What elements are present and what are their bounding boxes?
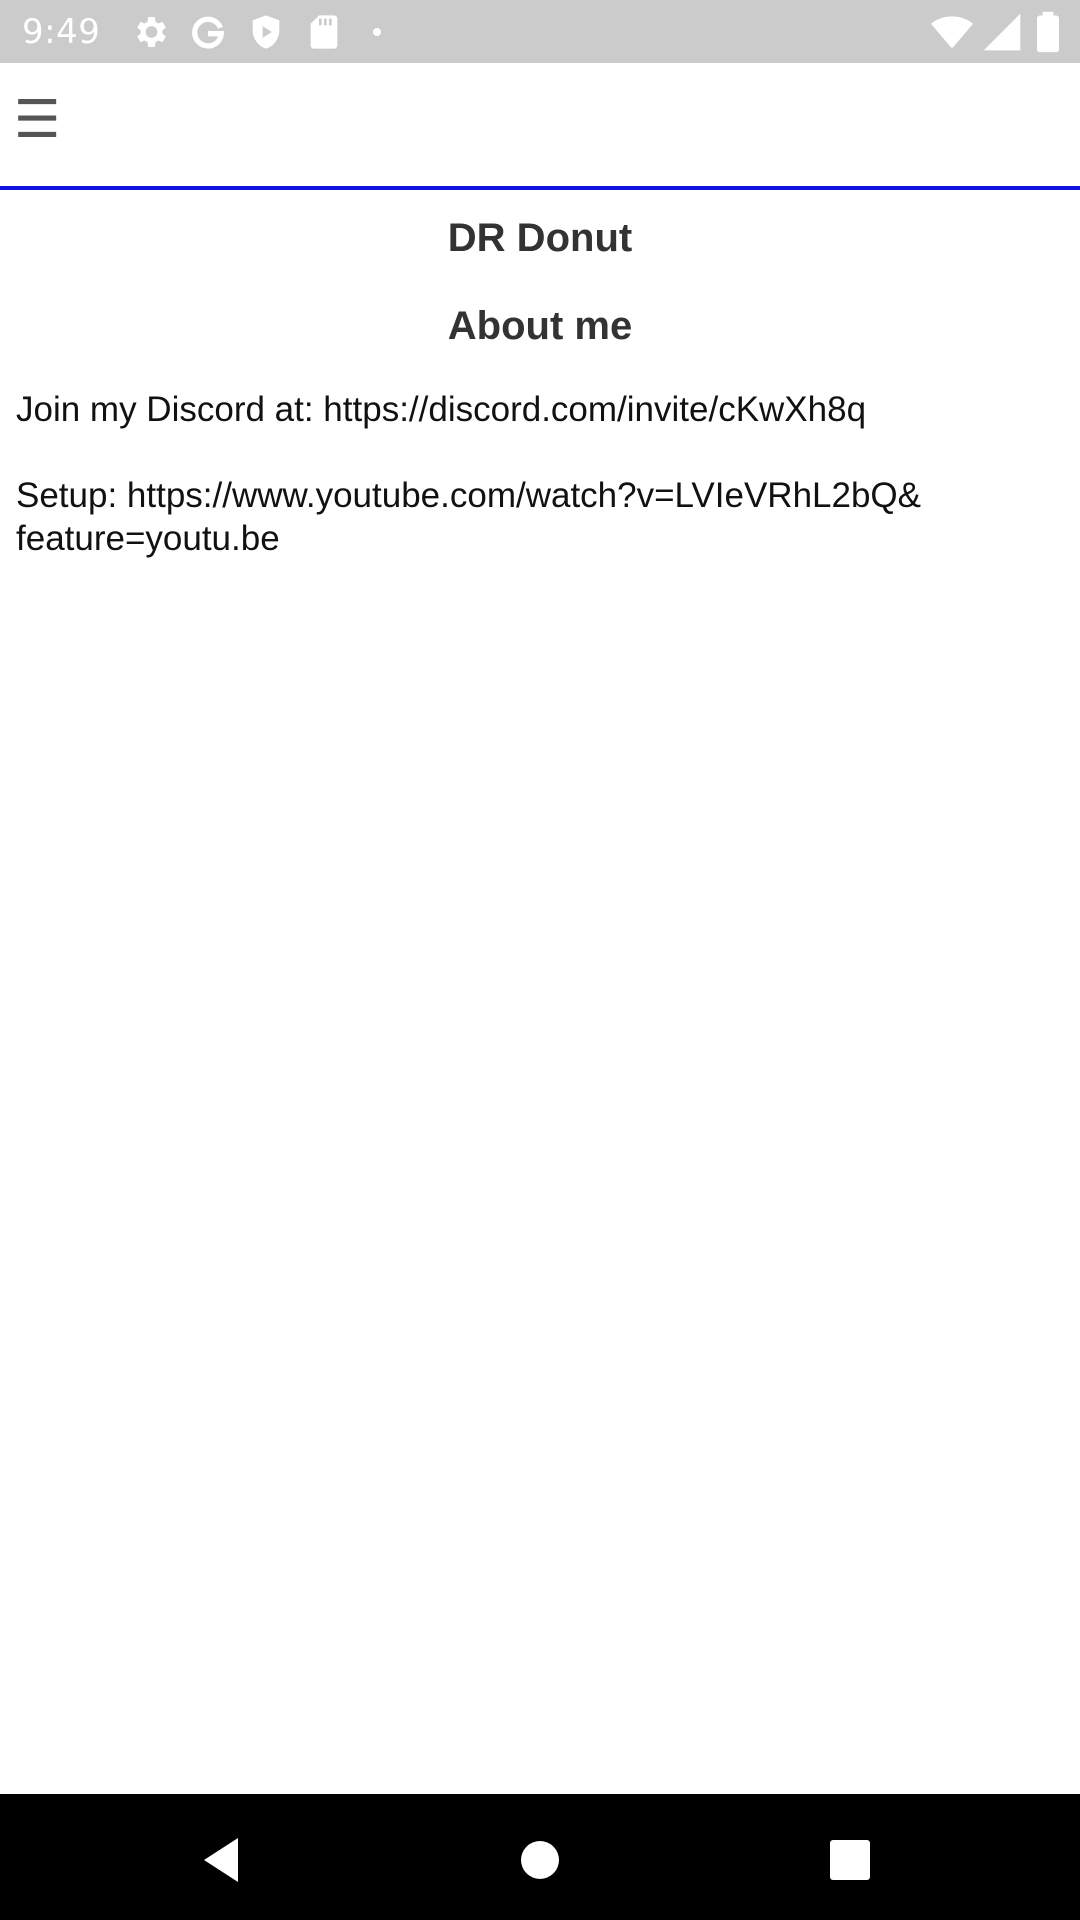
dot-icon [370,12,384,52]
back-button[interactable] [198,1832,254,1888]
app-bar: ☰ [0,63,1080,190]
back-icon [204,1838,238,1882]
page-content: DR Donut About me Join my Discord at: ht… [0,194,1080,560]
menu-button[interactable]: ☰ [13,90,61,150]
status-bar: 9:49 [0,0,1080,63]
discord-link-text[interactable]: Join my Discord at: https://discord.com/… [16,388,1064,431]
google-icon [188,12,228,52]
recents-button[interactable] [822,1832,878,1888]
sd-card-icon [304,12,344,52]
gear-icon [130,12,170,52]
status-left: 9:49 [0,0,384,63]
home-button[interactable] [512,1832,568,1888]
about-text: Join my Discord at: https://discord.com/… [16,388,1064,560]
recents-icon [830,1840,870,1880]
signal-icon [980,10,1024,54]
status-time: 9:49 [22,11,101,52]
hamburger-menu-icon: ☰ [13,90,61,150]
battery-icon [1034,10,1062,54]
wifi-icon [930,10,974,54]
setup-link-text[interactable]: Setup: https://www.youtube.com/watch?v=L… [16,474,1064,517]
page-title: DR Donut [447,216,633,260]
setup-link-text-continued[interactable]: feature=youtu.be [16,517,1064,560]
home-icon [521,1841,559,1879]
section-heading: About me [447,304,633,348]
status-right [930,0,1062,63]
navigation-bar [0,1794,1080,1920]
shield-icon [246,12,286,52]
